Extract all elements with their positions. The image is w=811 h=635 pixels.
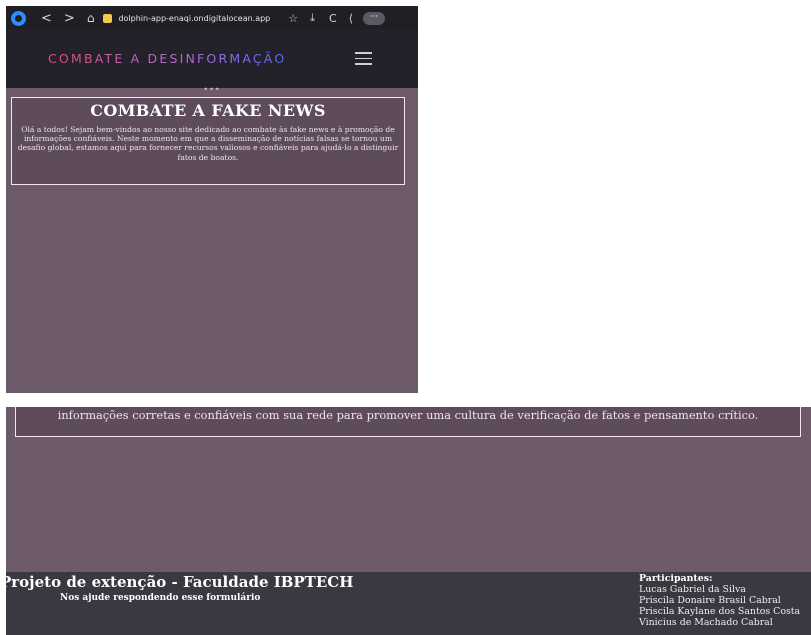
lock-icon — [103, 13, 113, 23]
participant-name: Priscila Donaire Brasil Cabral — [639, 595, 781, 606]
hero-text: Olá a todos! Sejam bem-vindos ao nosso s… — [17, 125, 399, 162]
browser-app-icon[interactable] — [11, 10, 26, 26]
back-icon[interactable]: < — [41, 11, 52, 26]
share-icon[interactable]: ⟨ — [349, 12, 353, 25]
hero-card: COMBATE A FAKE NEWS Olá a todos! Sejam b… — [11, 97, 405, 185]
reload-icon[interactable]: C — [329, 12, 337, 25]
address-bar-url[interactable]: dolphin-app-enaqi.ondigitalocean.app — [118, 14, 270, 23]
site-header: COMBATE A DESINFORMAÇÃO — [6, 30, 418, 88]
home-icon[interactable]: ⌂ — [87, 11, 95, 25]
carousel-dots-icon: ••• — [203, 85, 221, 94]
site-footer: Projeto de extenção - Faculdade IBPTECH … — [6, 572, 811, 635]
site-logo[interactable]: COMBATE A DESINFORMAÇÃO — [48, 51, 286, 66]
participant-name: Lucas Gabriel da Silva — [639, 584, 746, 595]
feedback-form-link[interactable]: Nos ajude respondendo esse formulário — [60, 593, 260, 603]
mobile-screenshot: < > ⌂ dolphin-app-enaqi.ondigitalocean.a… — [6, 6, 418, 393]
content-card-text: informações corretas e confiáveis com su… — [57, 408, 759, 422]
more-options-icon[interactable]: ··· — [363, 11, 385, 25]
footer-project-title: Projeto de extenção - Faculdade IBPTECH — [6, 573, 354, 591]
forward-icon[interactable]: > — [64, 11, 75, 26]
star-icon[interactable]: ☆ — [288, 12, 298, 25]
download-icon[interactable]: ⤓ — [310, 11, 315, 25]
participants-title: Participantes: — [639, 573, 713, 584]
content-card: informações corretas e confiáveis com su… — [15, 407, 801, 437]
desktop-screenshot: informações corretas e confiáveis com su… — [6, 407, 811, 635]
participant-name: Priscila Kaylane dos Santos Costa — [639, 606, 801, 617]
hamburger-menu-icon[interactable] — [355, 52, 372, 65]
browser-toolbar: < > ⌂ dolphin-app-enaqi.ondigitalocean.a… — [6, 6, 418, 30]
participant-name: Vinicius de Machado Cabral — [639, 617, 773, 628]
participants-list: Participantes: Lucas Gabriel da Silva Pr… — [639, 573, 800, 628]
hero-title: COMBATE A FAKE NEWS — [90, 101, 326, 120]
